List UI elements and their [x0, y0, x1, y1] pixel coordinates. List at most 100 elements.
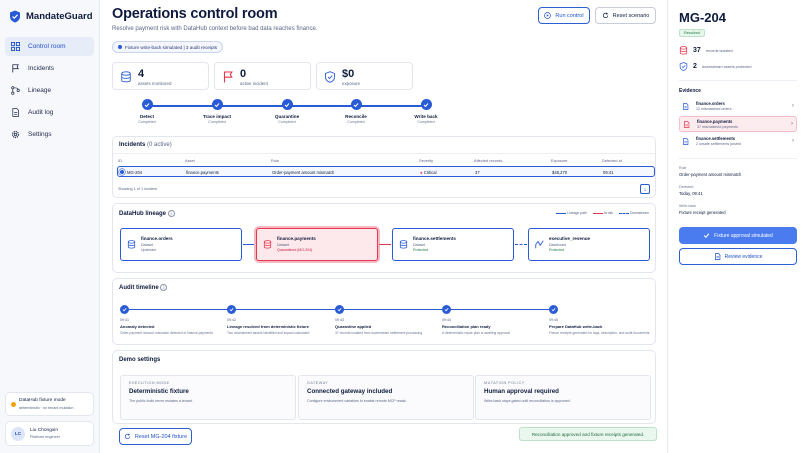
legend-lineage-path: Lineage path	[556, 211, 587, 215]
info-icon[interactable]: i	[167, 210, 175, 217]
lineage-node-finance-settlements[interactable]: finance.settlements Dataset Protected	[392, 228, 514, 261]
col-header-id[interactable]: ID	[118, 158, 122, 163]
demo-desc: Write-back stays gated until reconciliat…	[484, 399, 571, 403]
sidebar-item-settings[interactable]: Settings	[5, 125, 94, 144]
run-control-label: Run control	[555, 12, 584, 19]
col-header-exposure[interactable]: Exposure	[551, 158, 567, 163]
legend-line-icon	[619, 212, 630, 214]
run-control-button[interactable]: Run control	[538, 7, 590, 24]
incident-id-title: MG-204	[679, 10, 726, 25]
brand[interactable]: MandateGuard	[9, 10, 93, 23]
lineage-node-finance-orders[interactable]: finance.orders Dataset Upstream	[120, 228, 242, 261]
chevron-right-icon: ›	[792, 103, 794, 109]
metric-label: downstream assets protected	[701, 64, 752, 69]
step-status: Completed	[208, 120, 226, 124]
col-header-detected[interactable]: Detected at	[602, 158, 622, 163]
node-type: Dataset	[413, 243, 426, 247]
metric-label: records isolated	[705, 48, 733, 53]
metric-records-isolated: 37 records isolated	[679, 46, 733, 55]
fixture-approval-button[interactable]: Fixture approval simulated	[679, 227, 797, 244]
timeline-time: 09:43	[335, 318, 344, 322]
col-header-affected[interactable]: Affected records	[474, 158, 502, 163]
warning-dot-icon	[11, 402, 16, 407]
evidence-item-finance-settlements[interactable]: finance.settlements 2 unsafe settlements…	[679, 134, 797, 150]
check-icon	[281, 99, 293, 110]
grid-icon	[11, 42, 20, 51]
info-icon[interactable]: i	[160, 284, 168, 291]
check-icon	[549, 305, 558, 314]
evidence-title: Evidence	[679, 88, 701, 94]
document-icon	[684, 121, 690, 128]
step-title: Write back	[414, 114, 438, 119]
timeline-time: 09:42	[227, 318, 236, 322]
legend-downstream-label: Downstream	[629, 211, 649, 215]
pagination-button[interactable]: 1	[640, 184, 650, 194]
lineage-node-executive-revenue[interactable]: executive_revenue Dashboard Protected	[528, 228, 650, 261]
legend-downstream: Downstream	[619, 211, 649, 215]
timeline-event-desc: Two downstream assets identified and imp…	[227, 331, 310, 335]
sidebar-item-label: Control room	[28, 43, 66, 50]
col-header-rule[interactable]: Rule	[271, 158, 279, 163]
lineage-node-finance-payments[interactable]: finance.payments Dataset Quarantined (MG-…	[256, 228, 378, 261]
timeline-item: 09:44 Reconciliation plan ready A determ…	[442, 305, 547, 336]
node-name: finance.settlements	[413, 236, 456, 241]
chevron-right-icon: ›	[792, 138, 794, 144]
dashboard-icon	[535, 240, 544, 249]
evidence-title-text: finance.payments	[697, 119, 733, 124]
table-row[interactable]: MG-204 finance.payments Order-payment am…	[117, 166, 655, 177]
demo-card-gateway: GATEWAY Connected gateway included Confi…	[298, 375, 474, 420]
stat-number: 4	[138, 68, 145, 80]
timeline-event-title: Anomaly detected	[120, 324, 155, 329]
evidence-item-finance-payments[interactable]: finance.payments 37 mismatched payments …	[679, 116, 797, 132]
lineage-title: DataHub lineage i	[119, 210, 175, 217]
node-type: Dashboard	[549, 243, 567, 247]
col-header-severity[interactable]: Severity	[419, 158, 433, 163]
database-icon	[263, 240, 272, 249]
check-icon	[120, 305, 129, 314]
database-icon	[127, 240, 136, 249]
avatar: LC	[11, 427, 25, 441]
timeline-event-title: Quarantine applied	[335, 324, 372, 329]
user-card[interactable]: LC Liu Chongxin Platform engineer	[5, 421, 94, 446]
step-title: Reconcile	[345, 114, 367, 119]
evidence-sub: 2 unsafe settlements posted	[696, 142, 741, 146]
database-icon	[121, 71, 131, 83]
document-icon	[12, 108, 20, 117]
demo-desc: The public build never mutates a tenant.	[129, 399, 193, 403]
sidebar-item-audit-log[interactable]: Audit log	[5, 103, 94, 122]
step-status: Completed	[138, 120, 156, 124]
sidebar: MandateGuard Control room Incidents Line…	[0, 0, 100, 453]
evidence-title-text: finance.orders	[696, 101, 725, 106]
check-icon	[211, 99, 223, 110]
document-icon	[714, 253, 720, 260]
fixture-mode-title: DataHub fixture mode	[19, 398, 66, 403]
stat-incidents: 0 active incident	[214, 62, 311, 90]
radio-selected-icon[interactable]	[120, 170, 124, 174]
sidebar-item-control-room[interactable]: Control room	[5, 37, 94, 56]
metric-number: 37	[693, 47, 701, 54]
stat-label: active incident	[240, 81, 268, 86]
timeline-event-desc: Order-payment amount mismatch detected i…	[120, 331, 213, 335]
col-header-asset[interactable]: Asset	[185, 158, 195, 163]
node-name: finance.payments	[277, 236, 316, 241]
evidence-sub: 12 mismatched orders	[696, 107, 732, 111]
sidebar-item-incidents[interactable]: Incidents	[5, 59, 94, 78]
check-icon	[703, 233, 710, 239]
legend-lineage-label: Lineage path	[567, 211, 587, 215]
check-icon	[350, 99, 362, 110]
incidents-divider	[113, 153, 655, 154]
timeline-event-desc: 37 records isolated from downstream sett…	[335, 331, 423, 335]
detail-detected: Detected Today, 09:41	[679, 185, 703, 196]
reset-scenario-button[interactable]: Reset scenario	[595, 7, 656, 24]
sidebar-item-lineage[interactable]: Lineage	[5, 81, 94, 100]
stat-label: assets monitored	[138, 81, 172, 86]
shield-icon	[679, 62, 688, 71]
reset-fixture-button[interactable]: Reset MG-204 fixture	[119, 428, 192, 445]
review-evidence-button[interactable]: Review evidence	[679, 248, 797, 265]
step-title: Detect	[139, 114, 155, 119]
severity-text: Critical	[423, 170, 437, 175]
panel-divider	[679, 158, 797, 159]
evidence-title-text: finance.settlements	[696, 136, 736, 141]
evidence-item-finance-orders[interactable]: finance.orders 12 mismatched orders ›	[679, 99, 797, 115]
lineage-edge-downstream	[515, 244, 527, 245]
